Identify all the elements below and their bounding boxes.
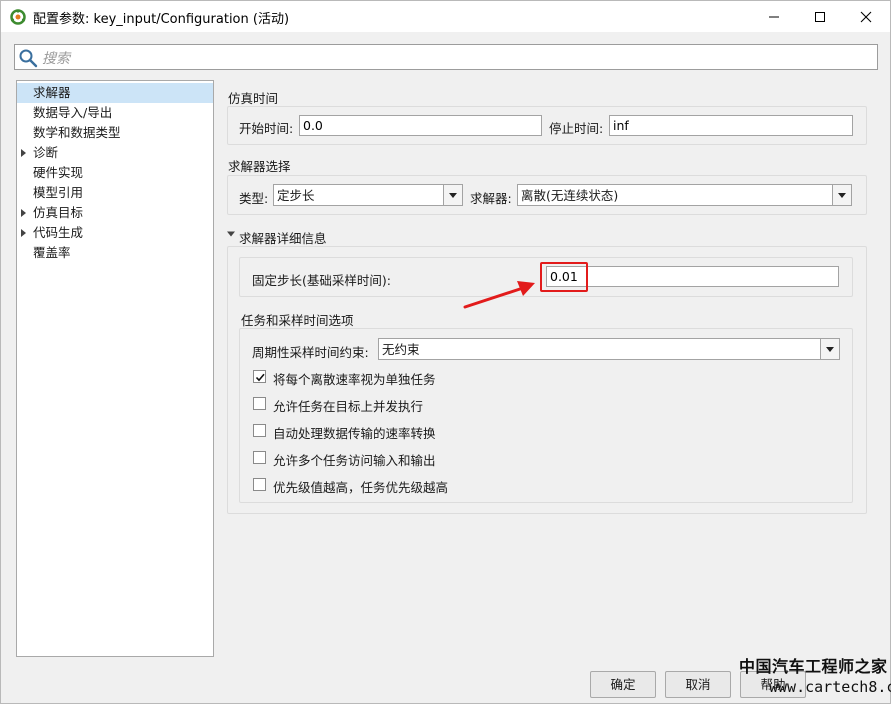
- highlight-box: [540, 262, 588, 292]
- fixed-step-label: 固定步长(基础采样时间):: [252, 273, 391, 288]
- checkbox-separate-tasks[interactable]: [253, 370, 266, 383]
- tree-item-label: 模型引用: [33, 185, 84, 200]
- fixed-step-input[interactable]: 0.01: [546, 266, 839, 287]
- collapse-arrow-icon[interactable]: [227, 230, 236, 239]
- constraint-value: 无约束: [382, 342, 420, 357]
- constraint-label: 周期性采样时间约束:: [252, 345, 369, 360]
- search-input[interactable]: 搜索: [14, 44, 878, 70]
- minimize-button[interactable]: [751, 1, 797, 32]
- solver-details-heading: 求解器详细信息: [239, 231, 327, 246]
- checkbox-label: 将每个离散速率视为单独任务: [273, 372, 436, 387]
- watermark-url: www.cartech8.com: [769, 678, 891, 696]
- tree-item-label: 数据导入/导出: [33, 105, 113, 120]
- checkbox-label: 允许任务在目标上并发执行: [273, 399, 424, 414]
- solver-type-dropdown[interactable]: 定步长: [273, 184, 463, 206]
- solver-value: 离散(无连续状态): [521, 188, 619, 203]
- tree-item-label: 代码生成: [33, 225, 84, 240]
- tree-item-math-data-types[interactable]: 数学和数据类型: [17, 123, 213, 143]
- simulink-app-icon: [10, 9, 26, 25]
- checkbox-rate-transition[interactable]: [253, 424, 266, 437]
- search-placeholder: 搜索: [42, 51, 70, 67]
- window-title: 配置参数: key_input/Configuration (活动): [33, 12, 290, 27]
- tree-item-diagnostics[interactable]: 诊断: [17, 143, 213, 163]
- solver-dropdown[interactable]: 离散(无连续状态): [517, 184, 852, 206]
- tasking-heading: 任务和采样时间选项: [241, 313, 354, 328]
- stop-time-input[interactable]: inf: [609, 115, 853, 136]
- chevron-down-icon[interactable]: [443, 185, 462, 205]
- tree-item-model-reference[interactable]: 模型引用: [17, 183, 213, 203]
- category-tree[interactable]: 求解器 数据导入/导出 数学和数据类型 诊断 硬件实现 模型引用 仿真目标 代码…: [16, 80, 214, 657]
- tree-item-hardware[interactable]: 硬件实现: [17, 163, 213, 183]
- constraint-dropdown[interactable]: 无约束: [378, 338, 840, 360]
- checkbox-priority[interactable]: [253, 478, 266, 491]
- tree-item-label: 硬件实现: [33, 165, 84, 180]
- minimize-icon: [769, 16, 779, 17]
- ok-button[interactable]: 确定: [590, 671, 656, 698]
- chevron-down-icon[interactable]: [820, 339, 839, 359]
- solver-type-value: 定步长: [277, 188, 315, 203]
- solver-select-heading: 求解器选择: [228, 159, 291, 174]
- checkbox-concurrent-tasks[interactable]: [253, 397, 266, 410]
- tree-item-coverage[interactable]: 覆盖率: [17, 243, 213, 263]
- close-button[interactable]: [843, 1, 889, 32]
- stop-time-label: 停止时间:: [549, 121, 604, 136]
- checkbox-label: 允许多个任务访问输入和输出: [273, 453, 436, 468]
- title-bar[interactable]: 配置参数: key_input/Configuration (活动): [1, 1, 890, 32]
- checkbox-label: 自动处理数据传输的速率转换: [273, 426, 436, 441]
- expand-arrow-icon[interactable]: [21, 149, 26, 157]
- checkmark-icon: [255, 373, 265, 382]
- cancel-button[interactable]: 取消: [665, 671, 731, 698]
- checkbox-label: 优先级值越高，任务优先级越高: [273, 480, 449, 495]
- tree-item-data-import-export[interactable]: 数据导入/导出: [17, 103, 213, 123]
- solver-type-label: 类型:: [239, 191, 269, 206]
- watermark-logo: 中国汽车工程师之家: [739, 657, 888, 676]
- sim-time-heading: 仿真时间: [228, 91, 279, 106]
- tree-item-label: 仿真目标: [33, 205, 84, 220]
- expand-arrow-icon[interactable]: [21, 229, 26, 237]
- start-time-input[interactable]: 0.0: [299, 115, 542, 136]
- maximize-icon: [815, 11, 825, 22]
- tree-item-sim-target[interactable]: 仿真目标: [17, 203, 213, 223]
- tree-item-label: 数学和数据类型: [33, 125, 121, 140]
- tree-item-label: 诊断: [33, 145, 59, 160]
- solver-label: 求解器:: [470, 191, 512, 206]
- search-icon: [19, 49, 38, 68]
- maximize-button[interactable]: [797, 1, 843, 32]
- expand-arrow-icon[interactable]: [21, 209, 26, 217]
- close-icon: [860, 11, 872, 22]
- tree-item-solver[interactable]: 求解器: [17, 83, 213, 103]
- annotation-arrow-icon: [463, 281, 535, 309]
- checkbox-multi-task-io[interactable]: [253, 451, 266, 464]
- chevron-down-icon[interactable]: [832, 185, 851, 205]
- tree-item-label: 覆盖率: [33, 245, 71, 260]
- config-params-window: 配置参数: key_input/Configuration (活动) 搜索 求解…: [0, 0, 891, 704]
- tree-item-label: 求解器: [33, 85, 71, 100]
- tree-item-code-generation[interactable]: 代码生成: [17, 223, 213, 243]
- start-time-label: 开始时间:: [239, 121, 294, 136]
